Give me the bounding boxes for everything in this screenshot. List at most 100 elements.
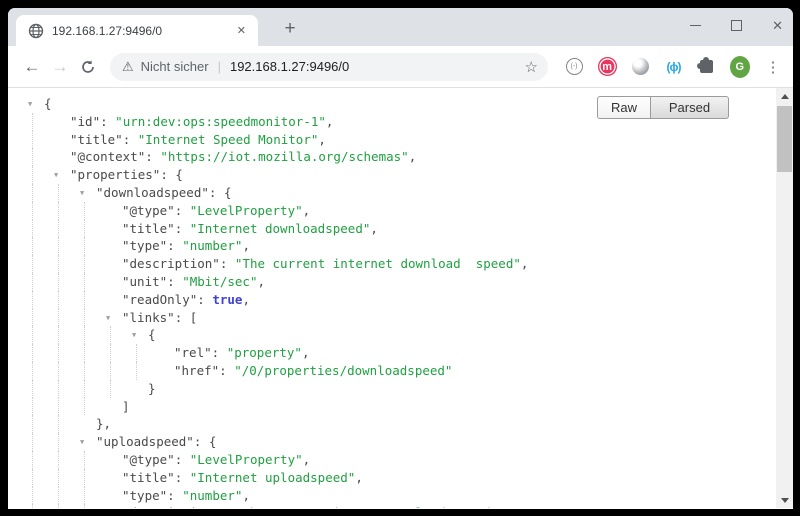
bookmark-star-icon[interactable]: ☆	[525, 58, 538, 76]
json-line: "@type": "LevelProperty",	[8, 202, 793, 220]
json-key: "@type"	[122, 452, 175, 467]
view-mode-toggle: Raw Parsed	[597, 96, 729, 119]
indent-guide	[58, 469, 59, 487]
indent-guide	[32, 291, 33, 309]
json-line: }	[8, 380, 793, 398]
back-icon[interactable]: ←	[18, 53, 46, 81]
tab-close-icon[interactable]: ✕	[233, 22, 250, 39]
collapse-toggle-icon[interactable]: ▼	[80, 434, 84, 452]
browser-window: 192.168.1.27:9496/0 ✕ + ✕ ← → ⚠ Nicht si…	[8, 8, 793, 509]
indent-guide	[58, 504, 59, 508]
extension-blue-icon[interactable]: (ɸ)	[663, 57, 683, 77]
json-key: "title"	[70, 132, 123, 147]
json-punctuation: ,	[498, 505, 506, 508]
indent-guide	[58, 273, 59, 291]
json-line: ▼"downloadspeed": {	[8, 184, 793, 202]
json-punctuation: : {	[194, 434, 217, 449]
indent-guide	[110, 344, 111, 362]
scroll-down-icon[interactable]	[776, 492, 793, 508]
maximize-icon[interactable]	[731, 20, 742, 31]
json-line: "@type": "LevelProperty",	[8, 451, 793, 469]
json-line: "title": "Internet Speed Monitor",	[8, 131, 793, 149]
indent-guide	[58, 415, 59, 433]
json-punctuation: :	[175, 452, 190, 467]
indent-guide	[32, 131, 33, 149]
json-line: "rel": "property",	[8, 344, 793, 362]
indent-guide	[84, 469, 85, 487]
collapse-toggle-icon[interactable]: ▼	[54, 167, 58, 185]
vertical-scrollbar[interactable]	[776, 88, 793, 508]
json-punctuation: ,	[355, 470, 363, 485]
extension-dash-circle-icon[interactable]: (-)	[564, 57, 584, 77]
indent-guide	[32, 113, 33, 131]
minimize-icon[interactable]	[690, 25, 701, 26]
indent-guide	[84, 344, 85, 362]
json-string-value: "Internet downloadspeed"	[190, 221, 371, 236]
extensions-puzzle-icon[interactable]	[697, 57, 717, 77]
json-key: "href"	[174, 363, 219, 378]
extension-ball-icon[interactable]	[630, 57, 650, 77]
json-punctuation: :	[220, 505, 235, 508]
json-key: "@type"	[122, 203, 175, 218]
collapse-toggle-icon[interactable]: ▼	[28, 96, 32, 114]
json-punctuation: ,	[370, 221, 378, 236]
scroll-up-icon[interactable]	[776, 88, 793, 104]
indent-guide	[84, 504, 85, 508]
forward-icon[interactable]: →	[46, 53, 74, 81]
indent-guide	[58, 202, 59, 220]
browser-menu-icon[interactable]: ⋮	[763, 57, 783, 77]
raw-button[interactable]: Raw	[597, 96, 651, 119]
indent-guide	[84, 380, 85, 398]
json-line: "title": "Internet uploadspeed",	[8, 469, 793, 487]
window-close-icon[interactable]: ✕	[772, 19, 783, 32]
collapse-toggle-icon[interactable]: ▼	[80, 185, 84, 203]
scrollbar-thumb[interactable]	[777, 106, 792, 172]
browser-tab[interactable]: 192.168.1.27:9496/0 ✕	[16, 15, 258, 46]
json-line: "@context": "https://iot.mozilla.org/sch…	[8, 148, 793, 166]
json-punctuation: ,	[326, 114, 334, 129]
json-punctuation: :	[220, 256, 235, 271]
json-line: ▼"links": [	[8, 309, 793, 327]
address-bar[interactable]: ⚠ Nicht sicher | 192.168.1.27:9496/0 ☆	[110, 53, 548, 81]
json-line: "type": "number",	[8, 487, 793, 505]
profile-avatar[interactable]: G	[730, 57, 750, 77]
indent-guide	[58, 184, 59, 202]
parsed-button[interactable]: Parsed	[651, 96, 729, 119]
collapse-toggle-icon[interactable]: ▼	[106, 310, 110, 328]
indent-guide	[84, 326, 85, 344]
security-label: Nicht sicher	[141, 59, 209, 74]
json-punctuation: {	[148, 327, 156, 342]
indent-guide	[32, 433, 33, 451]
indent-guide	[84, 487, 85, 505]
url-text[interactable]: 192.168.1.27:9496/0	[230, 59, 519, 74]
json-key: "rel"	[174, 345, 212, 360]
indent-guide	[58, 326, 59, 344]
json-punctuation: :	[167, 238, 182, 253]
extension-m-icon[interactable]: m	[597, 57, 617, 77]
indent-guide	[84, 202, 85, 220]
indent-guide	[84, 291, 85, 309]
json-line: ▼ "uploadspeed": {	[8, 433, 793, 451]
indent-guide	[136, 362, 137, 380]
indent-guide	[32, 309, 33, 327]
json-string-value: "number"	[182, 488, 242, 503]
json-key: "title"	[122, 470, 175, 485]
json-string-value: "Internet uploadspeed"	[190, 470, 356, 485]
indent-guide	[32, 380, 33, 398]
reload-icon[interactable]	[74, 53, 102, 81]
json-key: "readOnly"	[122, 292, 197, 307]
extensions-row: (-) m (ɸ) G ⋮	[564, 57, 783, 77]
indent-guide	[32, 451, 33, 469]
json-punctuation: ,	[303, 203, 311, 218]
json-key: "links"	[122, 310, 175, 325]
browser-toolbar: ← → ⚠ Nicht sicher | 192.168.1.27:9496/0…	[8, 46, 793, 88]
new-tab-button[interactable]: +	[276, 15, 304, 43]
indent-guide	[32, 237, 33, 255]
json-line: ]	[8, 398, 793, 416]
json-key: "uploadspeed"	[96, 434, 194, 449]
json-key: "description"	[122, 505, 220, 508]
collapse-toggle-icon[interactable]: ▼	[132, 327, 136, 345]
indent-guide	[32, 148, 33, 166]
indent-guide	[58, 255, 59, 273]
not-secure-warning-icon[interactable]: ⚠	[122, 60, 134, 73]
